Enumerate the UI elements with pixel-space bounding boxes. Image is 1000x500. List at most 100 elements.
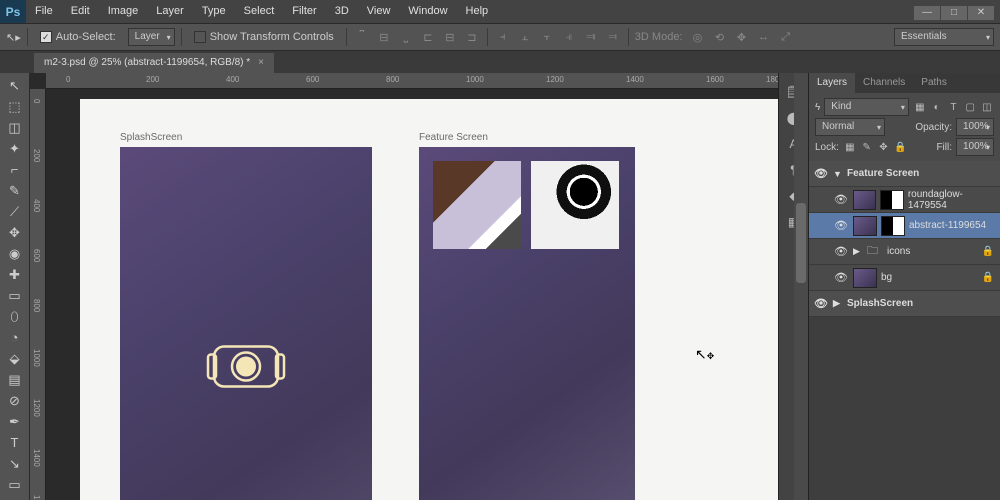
tool-move[interactable]: ↖: [0, 75, 29, 96]
tool-blur[interactable]: ◔: [0, 327, 29, 348]
lock-all-icon[interactable]: 🔒: [893, 142, 907, 153]
layer-group-feature[interactable]: 👁 ▼ Feature Screen: [809, 161, 1000, 187]
filter-kind-dropdown[interactable]: Kind: [824, 98, 909, 116]
opacity-value[interactable]: 100%: [956, 118, 994, 136]
visibility-toggle[interactable]: 👁: [833, 245, 849, 258]
tool-heal[interactable]: ⟋: [0, 201, 29, 222]
close-button[interactable]: ✕: [968, 6, 994, 20]
visibility-toggle[interactable]: 👁: [813, 297, 829, 310]
menu-layer[interactable]: Layer: [147, 0, 193, 23]
expand-icon[interactable]: ▼: [833, 169, 843, 179]
auto-select-checkbox[interactable]: ✓: [40, 31, 52, 43]
tool-type[interactable]: ⊘: [0, 390, 29, 411]
menu-select[interactable]: Select: [235, 0, 284, 23]
tool-lasso[interactable]: ◫: [0, 117, 29, 138]
menu-edit[interactable]: Edit: [62, 0, 99, 23]
fill-value[interactable]: 100%: [956, 138, 994, 156]
tool-hand[interactable]: ↘: [0, 453, 29, 474]
show-transform-checkbox[interactable]: [194, 31, 206, 43]
maximize-button[interactable]: □: [941, 6, 967, 20]
workspace-switcher[interactable]: Essentials: [894, 28, 994, 46]
align-top-icon[interactable]: ⎴: [353, 28, 371, 46]
tool-crop[interactable]: ⌐: [0, 159, 29, 180]
artboard-splash[interactable]: [120, 147, 372, 500]
shape-filter-icon[interactable]: ▢: [963, 102, 977, 113]
tab-channels[interactable]: Channels: [855, 73, 913, 93]
type-filter-icon[interactable]: T: [946, 102, 960, 113]
adjust-filter-icon[interactable]: ◐: [930, 102, 944, 113]
tool-brush[interactable]: ✥: [0, 222, 29, 243]
ruler-vertical[interactable]: 0 200 400 600 800 1000 1200 1400 1600: [30, 89, 46, 500]
document-canvas[interactable]: SplashScreen Feature Screen: [80, 99, 778, 500]
3d-roll-icon[interactable]: ⟲: [711, 28, 729, 46]
menu-type[interactable]: Type: [193, 0, 235, 23]
menu-view[interactable]: View: [358, 0, 400, 23]
lock-pixels-icon[interactable]: ✎: [860, 142, 874, 153]
menu-file[interactable]: File: [26, 0, 62, 23]
tool-eraser[interactable]: ▭: [0, 285, 29, 306]
smart-filter-icon[interactable]: ◫: [980, 102, 994, 113]
pixel-filter-icon[interactable]: ▦: [913, 102, 927, 113]
3d-pan-icon[interactable]: ✥: [733, 28, 751, 46]
auto-select-target-dropdown[interactable]: Layer: [128, 28, 175, 46]
align-left-icon[interactable]: ⊏: [419, 28, 437, 46]
tool-dodge[interactable]: ⬙: [0, 348, 29, 369]
tool-eyedropper[interactable]: ✎: [0, 180, 29, 201]
blend-mode-dropdown[interactable]: Normal: [815, 118, 885, 136]
tool-pen[interactable]: ▤: [0, 369, 29, 390]
visibility-toggle[interactable]: 👁: [813, 167, 829, 180]
align-vcenter-icon[interactable]: ⊟: [375, 28, 393, 46]
ruler-tick: 1200: [546, 75, 564, 84]
show-transform-option[interactable]: Show Transform Controls: [188, 27, 340, 47]
menu-image[interactable]: Image: [99, 0, 148, 23]
expand-icon[interactable]: ▶: [853, 246, 863, 257]
visibility-toggle[interactable]: 👁: [833, 271, 849, 284]
auto-select-option[interactable]: ✓ Auto-Select:: [34, 27, 122, 47]
dist-bottom-icon[interactable]: ⫟: [538, 28, 556, 46]
close-tab-icon[interactable]: ×: [258, 53, 264, 73]
tool-gradient[interactable]: ⬯: [0, 306, 29, 327]
tool-marquee[interactable]: ⬚: [0, 96, 29, 117]
dist-left-icon[interactable]: ⫣: [560, 28, 578, 46]
tool-wand[interactable]: ✦: [0, 138, 29, 159]
tool-clone[interactable]: ◉: [0, 243, 29, 264]
ruler-horizontal[interactable]: 0 200 400 600 800 1000 1200 1400 1600 18…: [46, 73, 778, 89]
tool-zoom[interactable]: ▭: [0, 474, 29, 495]
thumb-lens[interactable]: [531, 161, 619, 249]
menu-help[interactable]: Help: [457, 0, 498, 23]
align-hcenter-icon[interactable]: ⊟: [441, 28, 459, 46]
document-tab[interactable]: m2-3.psd @ 25% (abstract-1199654, RGB/8)…: [34, 53, 274, 73]
lock-position-icon[interactable]: ✥: [876, 142, 890, 153]
visibility-toggle[interactable]: 👁: [833, 193, 849, 206]
tab-layers[interactable]: Layers: [809, 73, 855, 93]
expand-icon[interactable]: ▶: [833, 298, 843, 309]
visibility-toggle[interactable]: 👁: [833, 219, 849, 232]
artboard-feature[interactable]: [419, 147, 635, 500]
3d-orbit-icon[interactable]: ◎: [689, 28, 707, 46]
vertical-scrollbar[interactable]: [794, 73, 808, 500]
menu-filter[interactable]: Filter: [283, 0, 325, 23]
tool-history[interactable]: ✚: [0, 264, 29, 285]
layer-group-splash[interactable]: 👁 ▶ SplashScreen: [809, 291, 1000, 317]
dist-hcenter-icon[interactable]: ⫥: [582, 28, 600, 46]
layer-roundaglow[interactable]: 👁 roundaglow-1479554: [809, 187, 1000, 213]
dist-vcenter-icon[interactable]: ⫠: [516, 28, 534, 46]
layer-bg[interactable]: 👁 bg 🔒: [809, 265, 1000, 291]
tool-shape[interactable]: T: [0, 432, 29, 453]
dist-top-icon[interactable]: ⫞: [494, 28, 512, 46]
thumb-abstract[interactable]: [433, 161, 521, 249]
canvas[interactable]: 0 200 400 600 800 1000 1200 1400 1600 Sp…: [30, 89, 778, 500]
menu-window[interactable]: Window: [399, 0, 456, 23]
align-right-icon[interactable]: ⊐: [463, 28, 481, 46]
layer-folder-icons[interactable]: 👁 ▶ 🗀 icons 🔒: [809, 239, 1000, 265]
tool-path[interactable]: ✒: [0, 411, 29, 432]
lock-transparent-icon[interactable]: ▦: [843, 142, 857, 153]
tab-paths[interactable]: Paths: [913, 73, 955, 93]
dist-right-icon[interactable]: ⫤: [604, 28, 622, 46]
menu-3d[interactable]: 3D: [326, 0, 358, 23]
layer-abstract[interactable]: 👁 abstract-1199654: [809, 213, 1000, 239]
3d-zoom-icon[interactable]: ⤢: [777, 28, 795, 46]
minimize-button[interactable]: —: [914, 6, 940, 20]
align-bottom-icon[interactable]: ⎵: [397, 28, 415, 46]
3d-slide-icon[interactable]: ↔: [755, 28, 773, 46]
